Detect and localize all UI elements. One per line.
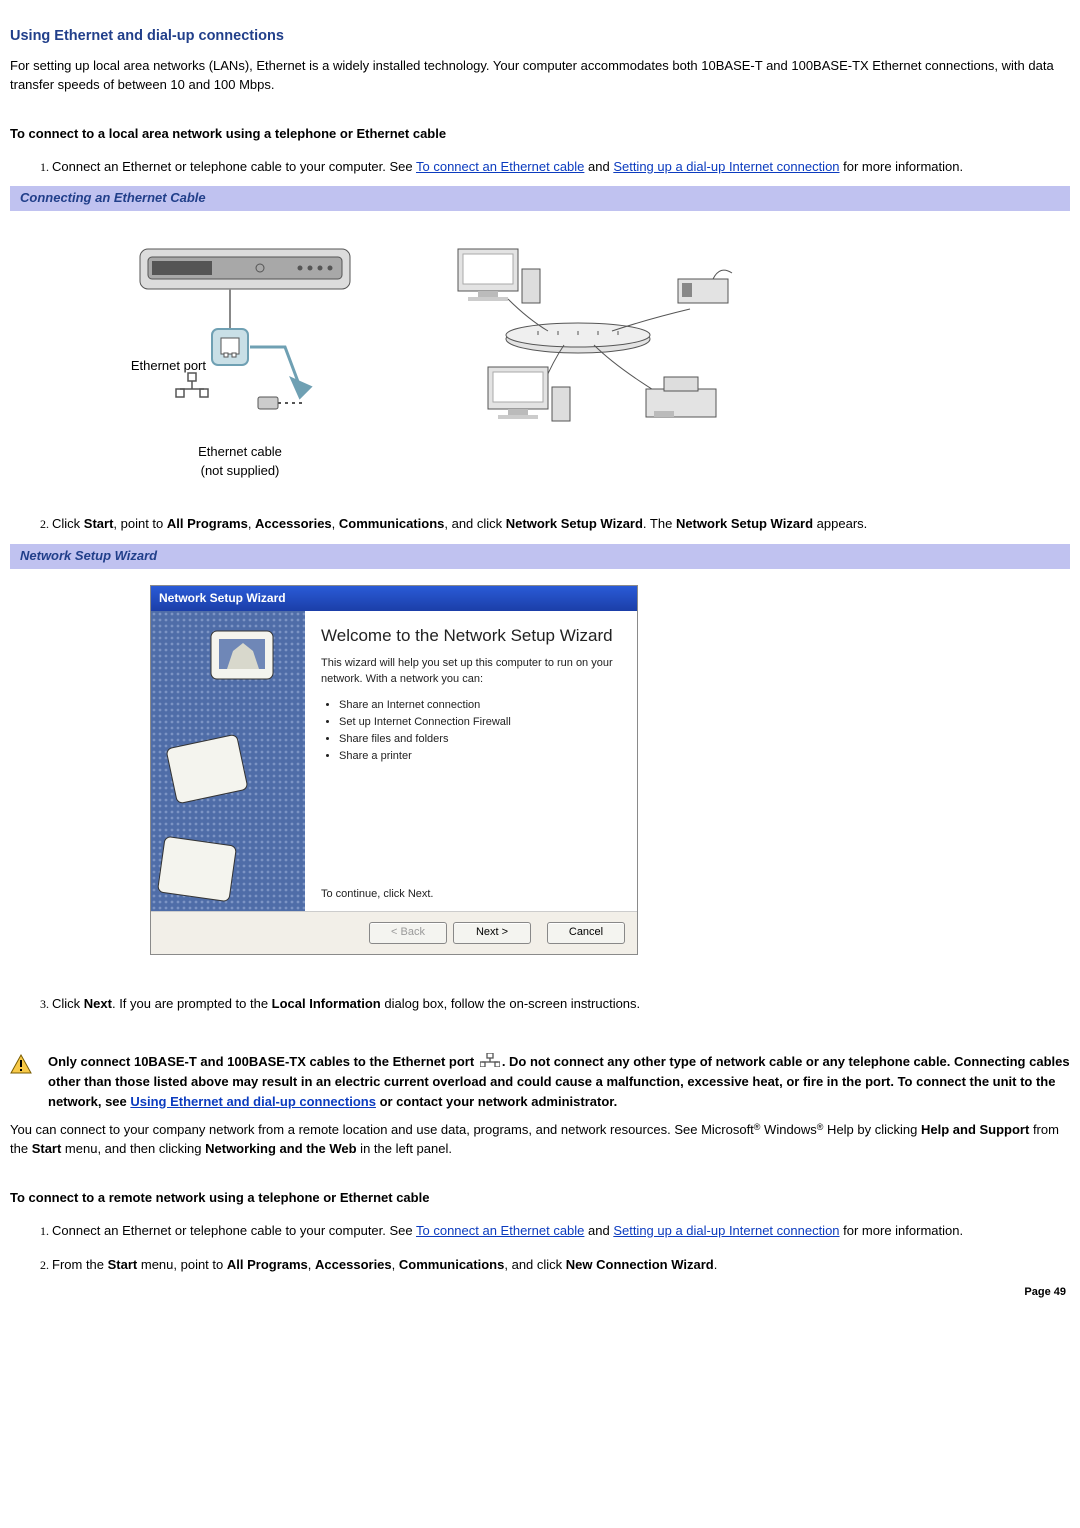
link-dialup[interactable]: Setting up a dial-up Internet connection <box>613 159 839 174</box>
figure1-network <box>418 239 738 439</box>
text: Connect an Ethernet or telephone cable t… <box>52 159 416 174</box>
page-number: Page 49 <box>10 1285 1070 1301</box>
warning-icon <box>10 1054 32 1074</box>
local-steps-list-2: Click Start, point to All Programs, Acce… <box>10 515 1070 534</box>
remote-steps-list: Connect an Ethernet or telephone cable t… <box>10 1222 1070 1276</box>
next-button[interactable]: Next > <box>453 922 531 944</box>
not-supplied-label: (not supplied) <box>198 462 282 481</box>
page-title: Using Ethernet and dial-up connections <box>10 26 1070 47</box>
remote-step-2: From the Start menu, point to All Progra… <box>52 1256 1070 1275</box>
local-step-1: Connect an Ethernet or telephone cable t… <box>52 158 1070 177</box>
wizard-button-row: < Back Next > Cancel <box>151 911 637 954</box>
wizard-bullet: Share an Internet connection <box>339 698 621 714</box>
figure1-body: Ethernet port Ethernet cable (not suppli… <box>10 211 1070 509</box>
figure2-body: Network Setup Wizard <box>10 585 1070 955</box>
figure2-caption: Network Setup Wizard <box>10 544 1070 569</box>
wizard-bullet: Share files and folders <box>339 732 621 748</box>
subheading-remote: To connect to a remote network using a t… <box>10 1189 1070 1208</box>
warning-block: Only connect 10BASE-T and 100BASE-TX cab… <box>10 1052 1070 1111</box>
ethernet-port-label: Ethernet port <box>86 357 206 376</box>
figure1-laptop: Ethernet port Ethernet cable (not suppli… <box>100 239 380 481</box>
link-using-ethernet[interactable]: Using Ethernet and dial-up connections <box>130 1094 376 1109</box>
local-step-2: Click Start, point to All Programs, Acce… <box>52 515 1070 534</box>
warning-text-c: or contact your network administrator. <box>376 1094 617 1109</box>
wizard-heading: Welcome to the Network Setup Wizard <box>321 625 621 646</box>
wizard-bullet: Set up Internet Connection Firewall <box>339 715 621 731</box>
wizard-bullet: Share a printer <box>339 749 621 765</box>
remote-step-1: Connect an Ethernet or telephone cable t… <box>52 1222 1070 1241</box>
wizard-bullet-list: Share an Internet connection Set up Inte… <box>327 698 621 765</box>
wizard-main: Welcome to the Network Setup Wizard This… <box>305 611 637 911</box>
ethernet-cable-label: Ethernet cable <box>198 443 282 462</box>
cancel-button[interactable]: Cancel <box>547 922 625 944</box>
local-step-3: Click Next. If you are prompted to the L… <box>52 995 1070 1014</box>
local-steps-list-3: Click Next. If you are prompted to the L… <box>10 995 1070 1014</box>
warning-text-a: Only connect 10BASE-T and 100BASE-TX cab… <box>48 1054 478 1069</box>
intro-paragraph: For setting up local area networks (LANs… <box>10 57 1070 95</box>
text: and <box>584 159 613 174</box>
subheading-local: To connect to a local area network using… <box>10 125 1070 144</box>
laptop-illustration <box>100 239 380 439</box>
link-dialup-2[interactable]: Setting up a dial-up Internet connection <box>613 1223 839 1238</box>
wizard-titlebar: Network Setup Wizard <box>151 586 637 611</box>
text: for more information. <box>840 159 964 174</box>
back-button[interactable]: < Back <box>369 922 447 944</box>
link-connect-ethernet-2[interactable]: To connect an Ethernet cable <box>416 1223 584 1238</box>
figure1-caption: Connecting an Ethernet Cable <box>10 186 1070 211</box>
wizard-window: Network Setup Wizard <box>150 585 638 955</box>
local-steps-list: Connect an Ethernet or telephone cable t… <box>10 158 1070 177</box>
link-connect-ethernet[interactable]: To connect an Ethernet cable <box>416 159 584 174</box>
wizard-intro-text: This wizard will help you set up this co… <box>321 656 621 688</box>
wizard-continue-text: To continue, click Next. <box>321 827 621 903</box>
ethernet-port-icon <box>480 1053 500 1073</box>
remote-paragraph: You can connect to your company network … <box>10 1121 1070 1159</box>
wizard-sidebar-art <box>151 611 305 911</box>
